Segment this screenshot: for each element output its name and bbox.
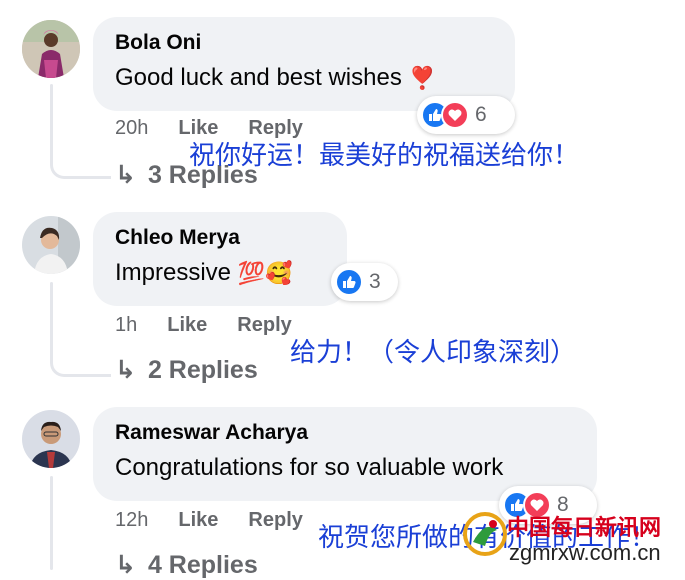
watermark-logo-icon: [463, 512, 507, 556]
thread-line: [50, 476, 53, 570]
comment-timestamp[interactable]: 1h: [115, 314, 137, 337]
view-replies-button[interactable]: ↳ 2 Replies: [115, 355, 258, 385]
comment-text: Congratulations for so valuable work: [115, 453, 575, 483]
heart-icon: [441, 101, 469, 129]
translation-overlay: 给力！（令人印象深刻）: [290, 338, 577, 368]
reaction-summary[interactable]: 6: [417, 96, 515, 134]
hundred-and-smiling-hearts-emoji: 💯🥰: [237, 260, 293, 286]
replies-label: 2 Replies: [147, 355, 258, 384]
watermark-title: 中国每日新讯网: [507, 515, 662, 541]
comment-author[interactable]: Chleo Merya: [115, 226, 325, 250]
comment-timestamp[interactable]: 12h: [115, 509, 148, 532]
comment-timestamp[interactable]: 20h: [115, 117, 148, 140]
avatar[interactable]: [22, 20, 80, 78]
comment-author[interactable]: Rameswar Acharya: [115, 421, 575, 445]
view-replies-button[interactable]: ↳ 4 Replies: [115, 550, 258, 580]
comment-body: Impressive: [115, 259, 232, 286]
comment-body: Good luck and best wishes: [115, 64, 402, 91]
comment-text: Good luck and best wishes ❣️: [115, 63, 493, 94]
translation-overlay: 祝你好运！最美好的祝福送给你！: [189, 141, 580, 171]
reply-button[interactable]: Reply: [248, 509, 302, 532]
comment-author[interactable]: Bola Oni: [115, 31, 493, 55]
replies-label: 4 Replies: [147, 550, 258, 579]
comment-body: Congratulations for so valuable work: [115, 454, 504, 481]
thread-connector: [50, 152, 111, 179]
reply-arrow-icon: ↳: [115, 551, 136, 579]
comment-actions: 12h Like Reply: [115, 509, 303, 532]
heart-exclamation-emoji: ❣️: [408, 65, 436, 91]
avatar[interactable]: [22, 216, 80, 274]
site-watermark: 中国每日新讯网 zgmrxw.com.cn: [457, 508, 685, 570]
like-button[interactable]: Like: [178, 509, 218, 532]
thumbs-up-icon: [335, 268, 363, 296]
reply-arrow-icon: ↳: [115, 161, 136, 189]
avatar[interactable]: [22, 410, 80, 468]
reply-arrow-icon: ↳: [115, 356, 136, 384]
thread-connector: [50, 350, 111, 377]
watermark-url: zgmrxw.com.cn: [509, 540, 661, 565]
reaction-summary[interactable]: 3: [331, 263, 398, 301]
reaction-count: 3: [369, 270, 381, 293]
reply-button[interactable]: Reply: [237, 314, 291, 337]
comment-bubble: Chleo Merya Impressive 💯🥰: [93, 212, 347, 306]
like-button[interactable]: Like: [167, 314, 207, 337]
comment-text: Impressive 💯🥰: [115, 258, 325, 289]
reaction-count: 6: [475, 103, 487, 126]
comment-actions: 1h Like Reply: [115, 314, 292, 337]
